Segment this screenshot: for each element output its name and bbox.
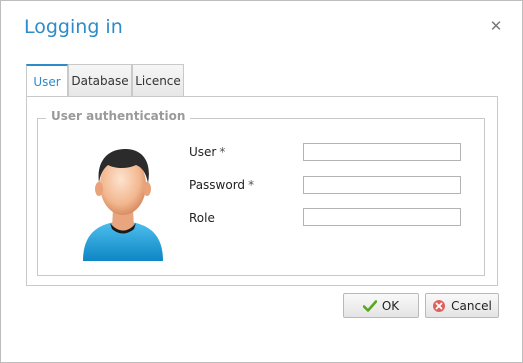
cancel-icon [433, 299, 446, 312]
user-avatar-icon [83, 149, 163, 261]
close-icon[interactable]: ✕ [489, 19, 503, 34]
tab-user[interactable]: User [26, 64, 68, 98]
checkmark-icon [362, 299, 377, 312]
group-legend: User authentication [46, 109, 191, 123]
cancel-button[interactable]: Cancel [425, 293, 499, 318]
role-label: Role [189, 211, 215, 225]
tab-panel-user: User authentication User * Password * Ro… [26, 96, 498, 286]
tab-licence[interactable]: Licence [132, 64, 184, 96]
required-marker: * [219, 145, 226, 159]
tab-database[interactable]: Database [68, 64, 132, 96]
user-authentication-group: User authentication User * Password * Ro… [37, 109, 485, 276]
user-label: User * [189, 145, 226, 159]
cancel-button-label: Cancel [451, 298, 492, 313]
login-dialog: Logging in ✕ User Database Licence User … [0, 0, 523, 363]
ok-button-label: OK [381, 298, 400, 313]
user-input[interactable] [303, 143, 461, 161]
password-label: Password * [189, 178, 255, 192]
ok-button[interactable]: OK [343, 293, 419, 318]
role-input[interactable] [303, 208, 461, 226]
dialog-title: Logging in [24, 16, 123, 38]
password-input[interactable] [303, 176, 461, 194]
required-marker: * [248, 178, 255, 192]
